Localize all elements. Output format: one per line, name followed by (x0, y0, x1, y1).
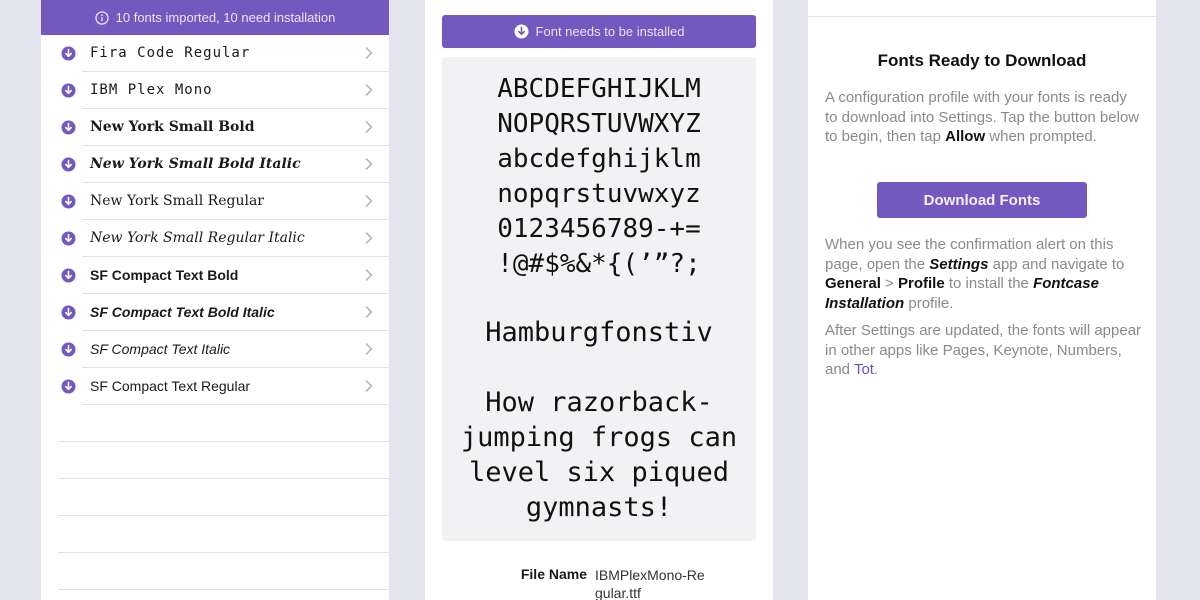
glyph-line: ABCDEFGHIJKLM (497, 74, 701, 104)
chevron-right-icon (365, 84, 373, 96)
font-list-item[interactable]: SF Compact Text Regular (41, 368, 389, 405)
font-preview-panel: Font needs to be installed ABCDEFGHIJKLM… (425, 0, 773, 600)
glyph-line: !@#$%&*{(’”?; (497, 249, 701, 279)
download-circle-icon (61, 231, 76, 246)
profile-emphasis: Profile (897, 275, 945, 292)
chevron-right-icon (365, 47, 373, 59)
font-list-item[interactable]: New York Small Bold Italic (41, 146, 389, 183)
font-list-item[interactable]: Fira Code Regular (41, 35, 389, 72)
font-list-item[interactable]: New York Small Regular Italic (41, 220, 389, 257)
glyph-line: abcdefghijklm (497, 144, 701, 174)
empty-row (58, 405, 389, 442)
chevron-right-icon (365, 343, 373, 355)
download-circle-icon (61, 379, 76, 394)
glyph-line: 0123456789-+= (497, 214, 701, 244)
font-name: New York Small Bold Italic (90, 156, 301, 172)
font-preview: ABCDEFGHIJKLM NOPQRSTUVWXYZ abcdefghijklm n… (442, 57, 756, 541)
chevron-right-icon (365, 380, 373, 392)
chevron-right-icon (365, 121, 373, 133)
after-settings-paragraph: After Settings are updated, the fonts wi… (825, 322, 1142, 378)
font-name: New York Small Bold (90, 119, 255, 135)
chevron-right-icon (365, 232, 373, 244)
font-list-item[interactable]: SF Compact Text Bold Italic (41, 294, 389, 331)
glyph-set: ABCDEFGHIJKLM NOPQRSTUVWXYZ abcdefghijklm n… (442, 57, 756, 282)
general-emphasis: General (825, 275, 881, 292)
empty-row (58, 516, 389, 553)
font-list: Fira Code Regular IBM Plex Mono New York S… (41, 35, 389, 405)
download-circle-icon (61, 268, 76, 283)
file-name-value: IBMPlexMono-Regular.ttf (595, 567, 705, 600)
tot-link[interactable]: Tot (854, 361, 874, 378)
install-status-bar[interactable]: Font needs to be installed (442, 15, 756, 48)
download-circle-icon (61, 194, 76, 209)
empty-row (58, 553, 389, 590)
glyph-line: nopqrstuvwxyz (497, 179, 701, 209)
confirmation-paragraph: When you see the confirmation alert on t… (825, 236, 1125, 312)
download-title: Fonts Ready to Download (877, 51, 1087, 70)
download-circle-icon (514, 24, 529, 39)
import-status-banner: 10 fonts imported, 10 need installation (41, 0, 389, 35)
download-circle-icon (61, 46, 76, 61)
download-circle-icon (61, 305, 76, 320)
download-circle-icon (61, 342, 76, 357)
font-name: SF Compact Text Bold (90, 267, 239, 283)
download-circle-icon (61, 83, 76, 98)
font-name: New York Small Regular (90, 193, 264, 209)
download-circle-icon (61, 157, 76, 172)
font-name: New York Small Regular Italic (90, 230, 305, 246)
glyph-line: NOPQRSTUVWXYZ (497, 109, 701, 139)
file-name-row: File Name IBMPlexMono-Regular.ttf (425, 566, 773, 600)
empty-list-rows (58, 405, 389, 590)
font-name: Fira Code Regular (90, 45, 251, 61)
sample-word: Hamburgfonstiv (485, 317, 713, 348)
download-panel: Fonts Ready to Download A configuration … (808, 0, 1156, 600)
settings-emphasis: Settings (929, 255, 989, 273)
install-status-label: Font needs to be installed (535, 24, 685, 39)
font-list-item[interactable]: SF Compact Text Bold (41, 257, 389, 294)
info-icon (94, 10, 109, 25)
chevron-right-icon (365, 195, 373, 207)
file-name-label: File Name (520, 566, 587, 582)
pangram-sample: How razorback-jumping frogs can level si… (460, 387, 738, 523)
download-circle-icon (61, 120, 76, 135)
instructions-paragraph: A configuration profile with your fonts … (825, 89, 1140, 145)
font-list-item[interactable]: IBM Plex Mono (41, 72, 389, 109)
font-name: SF Compact Text Italic (90, 341, 231, 357)
font-list-item[interactable]: SF Compact Text Italic (41, 331, 389, 368)
chevron-right-icon (365, 158, 373, 170)
chevron-right-icon (365, 306, 373, 318)
banner-text: 10 fonts imported, 10 need installation (115, 10, 336, 25)
empty-row (58, 442, 389, 479)
font-list-item[interactable]: New York Small Regular (41, 183, 389, 220)
allow-emphasis: Allow (945, 128, 986, 145)
font-name: SF Compact Text Regular (90, 378, 251, 394)
font-list-item[interactable]: New York Small Bold (41, 109, 389, 146)
chevron-right-icon (365, 269, 373, 281)
download-fonts-button[interactable]: Download Fonts (877, 182, 1087, 218)
top-strip (808, 0, 1156, 17)
font-list-panel: 10 fonts imported, 10 need installation … (41, 0, 389, 600)
font-name: SF Compact Text Bold Italic (90, 304, 275, 320)
font-name: IBM Plex Mono (90, 82, 213, 98)
empty-row (58, 479, 389, 516)
